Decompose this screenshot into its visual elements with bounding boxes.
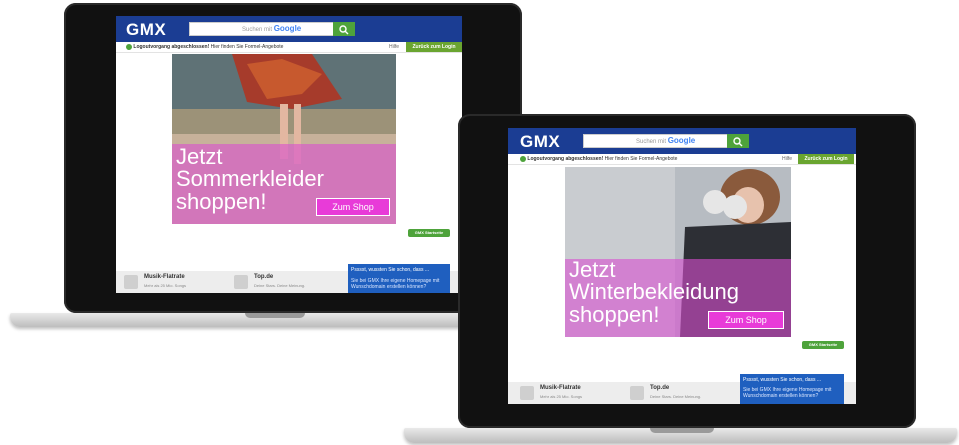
footer-item-subtitle: Mehr als 25 Mio. Songs xyxy=(144,283,187,288)
help-link[interactable]: Hilfe xyxy=(389,42,399,52)
summer-ad-banner[interactable]: Jetzt Sommerkleider shoppen! Zum Shop xyxy=(172,54,396,224)
gmx-logo[interactable]: GMX xyxy=(520,132,560,152)
status-bar: Logoutvorgang abgeschlossen! Hier finden… xyxy=(508,154,856,165)
back-to-login-button[interactable]: Zurück zum Login xyxy=(406,42,462,52)
check-icon xyxy=(126,43,132,50)
search-button[interactable] xyxy=(727,134,749,148)
footer-item-subtitle: Deine Stars. Deine Meinung. xyxy=(254,283,306,288)
status-message: Logoutvorgang abgeschlossen! Hier finden… xyxy=(133,44,284,50)
check-icon xyxy=(520,155,526,162)
back-to-login-button[interactable]: Zurück zum Login xyxy=(798,154,854,164)
search-icon xyxy=(733,137,743,147)
search-icon xyxy=(339,25,349,35)
laptop-notch xyxy=(245,313,305,318)
cloud-icon xyxy=(124,275,138,289)
tag-icon xyxy=(630,386,644,400)
cloud-icon xyxy=(520,386,534,400)
footer-item-title: Musik-Flatrate xyxy=(540,385,581,391)
search-button[interactable] xyxy=(333,22,355,36)
footer-item-subtitle: Mehr als 25 Mio. Songs xyxy=(540,394,583,399)
footer-item-title: Musik-Flatrate xyxy=(144,274,185,280)
google-logo: Google xyxy=(667,136,696,145)
footer-item-subtitle: Deine Stars. Deine Meinung. xyxy=(650,394,702,399)
popup-title: Psssst, wussten Sie schon, dass ... xyxy=(743,377,822,383)
search-placeholder: Suchen mit xyxy=(636,139,667,145)
zum-shop-button[interactable]: Zum Shop xyxy=(708,311,784,329)
gmx-startseite-button[interactable]: GMX Startseite xyxy=(802,341,844,349)
tag-icon xyxy=(234,275,248,289)
search-input[interactable]: Suchen mit Google xyxy=(189,22,334,36)
google-logo: Google xyxy=(273,24,302,33)
popup-text: Sie bei GMX Ihre eigene Homepage mit Wun… xyxy=(743,387,832,399)
gmx-header: GMX Suchen mit Google xyxy=(116,16,462,42)
zum-shop-button[interactable]: Zum Shop xyxy=(316,198,390,216)
status-message: Logoutvorgang abgeschlossen! Hier finden… xyxy=(527,156,678,162)
laptop-notch xyxy=(650,428,714,433)
gmx-logo[interactable]: GMX xyxy=(126,20,166,40)
footer-item-title: Top.de xyxy=(650,385,670,391)
help-link[interactable]: Hilfe xyxy=(782,154,792,164)
winter-ad-banner[interactable]: Jetzt Winterbekleidung shoppen! Zum Shop xyxy=(565,167,791,337)
status-bar: Logoutvorgang abgeschlossen! Hier finden… xyxy=(116,42,462,53)
info-popup[interactable]: Psssst, wussten Sie schon, dass ... Sie … xyxy=(740,374,844,404)
laptop-winter: GMX Suchen mit Google Logoutvorgang abge… xyxy=(400,110,959,445)
ad-headline: Jetzt Sommerkleider shoppen! xyxy=(176,144,324,214)
footer-item-title: Top.de xyxy=(254,274,274,280)
gmx-header: GMX Suchen mit Google xyxy=(508,128,856,154)
search-input[interactable]: Suchen mit Google xyxy=(583,134,728,148)
search-placeholder: Suchen mit xyxy=(242,27,273,33)
laptop-screen: GMX Suchen mit Google Logoutvorgang abge… xyxy=(508,128,856,404)
